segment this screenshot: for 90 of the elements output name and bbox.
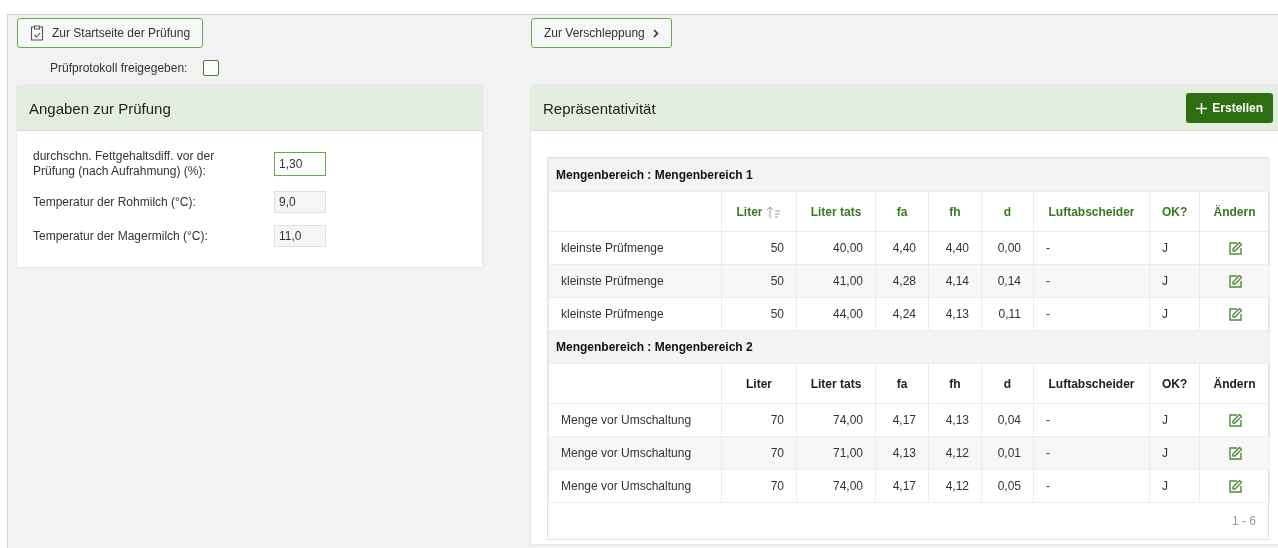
- table-cell: -: [1033, 436, 1150, 470]
- table-cell: 4,40: [875, 231, 929, 265]
- table-cell: Menge vor Umschaltung: [548, 469, 722, 503]
- field-label: Temperatur der Rohmilch (°C):: [33, 194, 197, 210]
- create-button[interactable]: Erstellen: [1186, 93, 1273, 123]
- table-cell: J: [1149, 403, 1200, 437]
- sort-ascending-icon: [765, 205, 782, 218]
- released-label: Prüfprotokoll freigegeben:: [50, 61, 188, 75]
- table-cell: -: [1033, 469, 1150, 503]
- table-cell: 0,11: [981, 297, 1034, 331]
- column-header[interactable]: OK?: [1149, 191, 1200, 232]
- table-cell: J: [1149, 264, 1200, 298]
- field-label: durchschn. Fettgehaltsdiff. vor der Prüfung (nach Aufrahmung) (%):: [33, 149, 216, 179]
- table-cell: kleinste Prüfmenge: [548, 264, 722, 298]
- input-field[interactable]: 1,30: [274, 152, 326, 176]
- column-header[interactable]: Luftabscheider: [1033, 363, 1150, 404]
- table-cell: J: [1149, 436, 1200, 470]
- table-cell: Menge vor Umschaltung: [548, 403, 722, 437]
- column-header[interactable]: fa: [875, 363, 929, 404]
- input-field[interactable]: 9,0: [274, 191, 326, 213]
- table-cell: J: [1149, 297, 1200, 331]
- edit-icon[interactable]: [1226, 306, 1243, 322]
- table-cell: 41,00: [796, 264, 876, 298]
- table-cell: 0,00: [981, 231, 1034, 265]
- released-checkbox[interactable]: [203, 60, 220, 76]
- column-header[interactable]: Liter tats: [796, 191, 876, 232]
- start-page-button[interactable]: Zur Startseite der Prüfung: [17, 18, 204, 48]
- column-header[interactable]: Luftabscheider: [1033, 191, 1150, 232]
- table-cell: 0,05: [981, 469, 1034, 503]
- table-cell: J: [1149, 469, 1200, 503]
- table-cell: 4,17: [875, 403, 929, 437]
- table-cell: J: [1149, 231, 1200, 265]
- table-cell: 74,00: [796, 469, 876, 503]
- edit-icon[interactable]: [1226, 412, 1243, 428]
- table-cell: 44,00: [796, 297, 876, 331]
- next-button[interactable]: Zur Verschleppung: [531, 18, 672, 48]
- edit-icon[interactable]: [1226, 445, 1243, 461]
- input-field[interactable]: 11,0: [274, 225, 326, 247]
- pager-text: 1 - 6: [1232, 514, 1256, 528]
- table-cell: 4,40: [928, 231, 982, 265]
- table-cell: 70: [721, 403, 797, 437]
- column-header[interactable]: Liter: [721, 363, 797, 404]
- table-cell: kleinste Prüfmenge: [548, 231, 722, 265]
- column-header[interactable]: fh: [928, 363, 982, 404]
- table-cell: 4,13: [875, 436, 929, 470]
- group-header: Mengenbereich : Mengenbereich 1: [548, 158, 1270, 192]
- panel-title: Angaben zur Prüfung: [29, 99, 171, 117]
- field-label: Temperatur der Magermilch (°C):: [33, 228, 209, 244]
- table-cell: 4,14: [928, 264, 982, 298]
- table-cell: 0,04: [981, 403, 1034, 437]
- table-cell: 50: [721, 231, 797, 265]
- column-header[interactable]: Ändern: [1199, 363, 1270, 404]
- table-cell: 70: [721, 469, 797, 503]
- chevron-right-icon: [652, 28, 659, 38]
- column-header[interactable]: OK?: [1149, 363, 1200, 404]
- edit-icon[interactable]: [1226, 478, 1243, 494]
- table-cell: 50: [721, 264, 797, 298]
- table-cell: kleinste Prüfmenge: [548, 297, 722, 331]
- plus-icon: [1196, 102, 1208, 114]
- table-cell: 4,28: [875, 264, 929, 298]
- table-cell: 4,24: [875, 297, 929, 331]
- table-cell: -: [1033, 297, 1150, 331]
- table-cell: 0,14: [981, 264, 1034, 298]
- edit-icon[interactable]: [1226, 273, 1243, 289]
- table-cell: 40,00: [796, 231, 876, 265]
- column-header[interactable]: d: [981, 191, 1034, 232]
- table-cell: 71,00: [796, 436, 876, 470]
- table-cell: 4,17: [875, 469, 929, 503]
- table-cell: 74,00: [796, 403, 876, 437]
- table-cell: 4,12: [928, 469, 982, 503]
- table-cell: 0,01: [981, 436, 1034, 470]
- column-header[interactable]: fh: [928, 191, 982, 232]
- table-cell: -: [1033, 231, 1150, 265]
- edit-icon[interactable]: [1226, 240, 1243, 256]
- table-cell: -: [1033, 264, 1150, 298]
- group-header: Mengenbereich : Mengenbereich 2: [548, 330, 1270, 364]
- column-header[interactable]: Ändern: [1199, 191, 1270, 232]
- table-cell: 4,13: [928, 297, 982, 331]
- table-cell: 50: [721, 297, 797, 331]
- column-header[interactable]: d: [981, 363, 1034, 404]
- column-header[interactable]: Liter tats: [796, 363, 876, 404]
- column-header[interactable]: Liter: [721, 191, 797, 232]
- clipboard-check-icon: [30, 25, 44, 41]
- table-cell: 70: [721, 436, 797, 470]
- column-header[interactable]: fa: [875, 191, 929, 232]
- panel-title: Repräsentativität: [543, 99, 656, 117]
- table-cell: 4,12: [928, 436, 982, 470]
- table-cell: 4,13: [928, 403, 982, 437]
- table-cell: -: [1033, 403, 1150, 437]
- table-cell: Menge vor Umschaltung: [548, 436, 722, 470]
